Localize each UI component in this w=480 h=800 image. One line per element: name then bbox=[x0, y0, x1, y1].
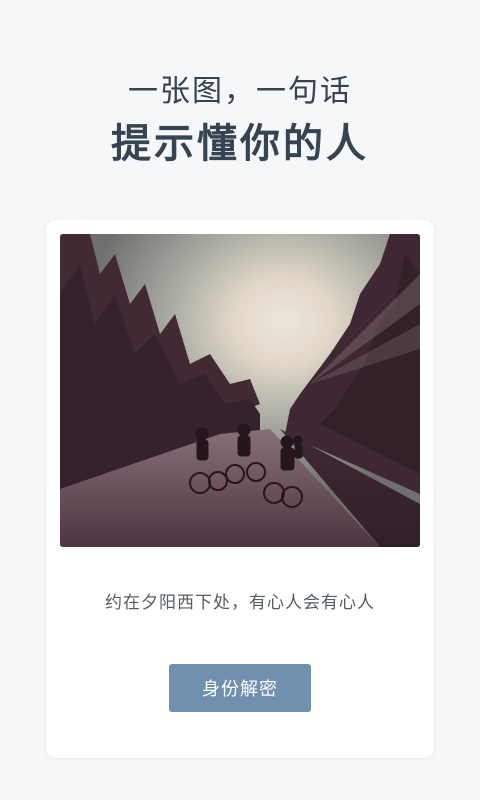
quiz-card: 约在夕阳西下处，有心人会有心人 身份解密 bbox=[46, 220, 434, 758]
reveal-identity-button[interactable]: 身份解密 bbox=[169, 664, 311, 712]
hero-title: 提示懂你的人 bbox=[111, 121, 369, 167]
photo-caption: 约在夕阳西下处，有心人会有心人 bbox=[105, 593, 375, 613]
hero-heading: 一张图，一句话 提示懂你的人 bbox=[0, 70, 480, 172]
sunset-cyclists-photo bbox=[60, 234, 420, 547]
hero-subtitle: 一张图，一句话 bbox=[128, 74, 352, 109]
